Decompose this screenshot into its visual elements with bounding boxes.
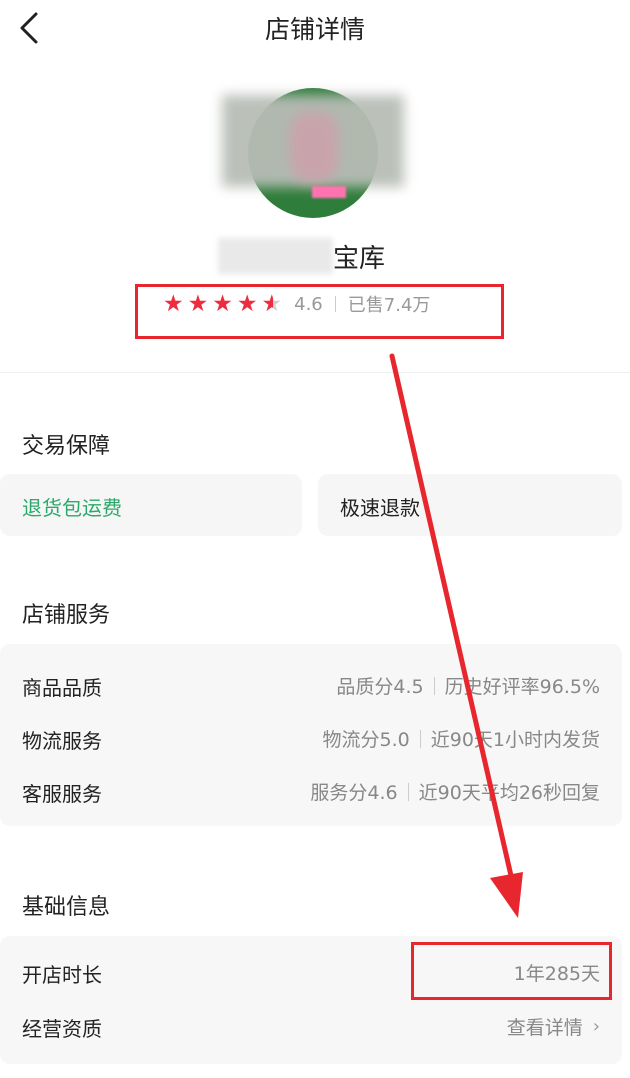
annotation-arrow-icon (389, 353, 523, 918)
